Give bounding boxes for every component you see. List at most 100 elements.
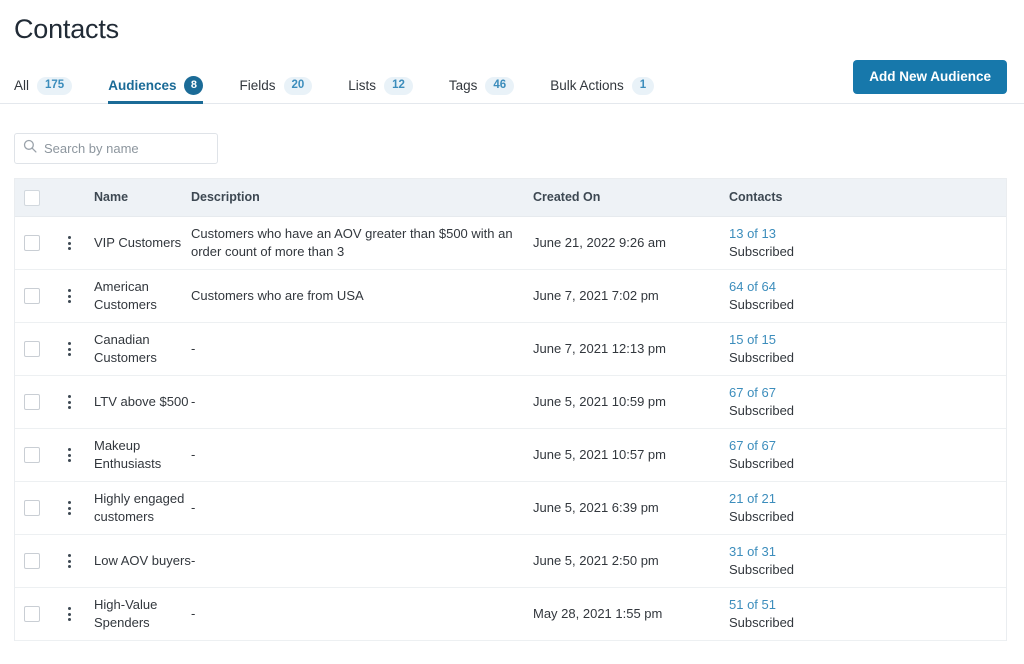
cell-contacts: 51 of 51 Subscribed xyxy=(729,588,924,640)
contacts-count-link[interactable]: 67 of 67 xyxy=(729,437,794,455)
cell-name: Makeup Enthusiasts xyxy=(94,429,191,481)
tab-badge: 46 xyxy=(485,76,515,95)
row-checkbox[interactable] xyxy=(24,447,40,463)
tab-audiences[interactable]: Audiences 8 xyxy=(108,64,204,104)
row-select-cell xyxy=(15,323,61,375)
row-checkbox[interactable] xyxy=(24,500,40,516)
contacts-count-link[interactable]: 15 of 15 xyxy=(729,331,794,349)
row-checkbox[interactable] xyxy=(24,288,40,304)
more-options-icon[interactable] xyxy=(61,552,77,570)
cell-description: - xyxy=(191,323,533,375)
row-select-cell xyxy=(15,588,61,640)
row-checkbox[interactable] xyxy=(24,553,40,569)
cell-description: - xyxy=(191,535,533,587)
row-actions-cell xyxy=(61,588,94,640)
tab-badge: 1 xyxy=(631,76,655,95)
cell-description: - xyxy=(191,376,533,428)
row-actions-cell xyxy=(61,323,94,375)
row-checkbox[interactable] xyxy=(24,341,40,357)
table-row[interactable]: High-Value Spenders - May 28, 2021 1:55 pm… xyxy=(15,588,1006,641)
table-body: VIP Customers Customers who have an AOV g… xyxy=(15,217,1006,641)
contacts-count-link[interactable]: 13 of 13 xyxy=(729,225,794,243)
created-on-value: June 5, 2021 10:57 pm xyxy=(533,447,666,462)
audience-description: - xyxy=(191,394,196,409)
audience-name: Makeup Enthusiasts xyxy=(94,438,162,471)
row-select-cell xyxy=(15,429,61,481)
tab-tags[interactable]: Tags 46 xyxy=(448,64,515,103)
contacts-page: Contacts All 175 Audiences 8 Fields 20 Lists 12… xyxy=(0,0,1024,664)
search-input[interactable] xyxy=(44,141,209,156)
cell-created-on: June 5, 2021 2:50 pm xyxy=(533,535,729,587)
tab-fields[interactable]: Fields 20 xyxy=(239,64,313,103)
contacts-summary: 67 of 67 Subscribed xyxy=(729,437,794,473)
contacts-count-link[interactable]: 31 of 31 xyxy=(729,543,794,561)
contacts-count-link[interactable]: 21 of 21 xyxy=(729,490,794,508)
table-row[interactable]: American Customers Customers who are from… xyxy=(15,270,1006,323)
tab-lists[interactable]: Lists 12 xyxy=(348,64,413,103)
search-box[interactable] xyxy=(14,133,218,164)
audience-name: LTV above $500 xyxy=(94,394,189,409)
cell-name: VIP Customers xyxy=(94,217,191,269)
contacts-count-link[interactable]: 67 of 67 xyxy=(729,384,794,402)
cell-contacts: 67 of 67 Subscribed xyxy=(729,429,924,481)
table-row[interactable]: Canadian Customers - June 7, 2021 12:13 pm… xyxy=(15,323,1006,376)
contacts-status-label: Subscribed xyxy=(729,297,795,312)
cell-contacts: 67 of 67 Subscribed xyxy=(729,376,924,428)
row-checkbox[interactable] xyxy=(24,394,40,410)
row-actions-cell xyxy=(61,482,94,534)
more-options-icon[interactable] xyxy=(61,499,77,517)
tab-bulk-actions[interactable]: Bulk Actions 1 xyxy=(550,64,655,103)
cell-name: Low AOV buyers xyxy=(94,535,191,587)
cell-name: LTV above $500 xyxy=(94,376,191,428)
audiences-table: Name Description Created On Contacts VIP… xyxy=(14,178,1007,641)
contacts-status-label: Subscribed xyxy=(729,350,795,365)
tab-badge: 20 xyxy=(283,76,313,95)
more-options-icon[interactable] xyxy=(61,234,77,252)
contacts-summary: 21 of 21 Subscribed xyxy=(729,490,794,526)
column-header-contacts: Contacts xyxy=(729,190,783,204)
row-select-cell xyxy=(15,270,61,322)
row-actions-cell xyxy=(61,535,94,587)
more-options-icon[interactable] xyxy=(61,287,77,305)
more-options-icon[interactable] xyxy=(61,446,77,464)
created-on-value: June 7, 2021 7:02 pm xyxy=(533,288,659,303)
cell-contacts: 13 of 13 Subscribed xyxy=(729,217,924,269)
add-new-audience-button[interactable]: Add New Audience xyxy=(853,60,1007,94)
tab-label: Fields xyxy=(239,77,276,93)
audience-description: - xyxy=(191,606,196,621)
cell-description: - xyxy=(191,482,533,534)
contacts-summary: 31 of 31 Subscribed xyxy=(729,543,794,579)
table-row[interactable]: LTV above $500- June 5, 2021 10:59 pm 67 o… xyxy=(15,376,1006,429)
audience-name: American Customers xyxy=(94,279,157,312)
select-all-checkbox[interactable] xyxy=(24,189,40,206)
row-select-cell xyxy=(15,482,61,534)
row-select-cell xyxy=(15,376,61,428)
more-options-icon[interactable] xyxy=(61,605,77,623)
cell-name: High-Value Spenders xyxy=(94,588,191,640)
contacts-summary: 51 of 51 Subscribed xyxy=(729,596,794,632)
select-all-cell xyxy=(15,182,61,214)
created-on-value: June 5, 2021 6:39 pm xyxy=(533,500,659,515)
contacts-status-label: Subscribed xyxy=(729,403,795,418)
contacts-count-link[interactable]: 64 of 64 xyxy=(729,278,794,296)
row-checkbox[interactable] xyxy=(24,235,40,251)
table-row[interactable]: Highly engaged customers - June 5, 2021 6:… xyxy=(15,482,1006,535)
row-actions-cell xyxy=(61,270,94,322)
tab-label: Tags xyxy=(448,77,478,93)
cell-created-on: June 7, 2021 12:13 pm xyxy=(533,323,729,375)
row-checkbox[interactable] xyxy=(24,606,40,622)
table-row[interactable]: Low AOV buyers - June 5, 2021 2:50 pm 31 of… xyxy=(15,535,1006,588)
cell-name: Canadian Customers xyxy=(94,323,191,375)
row-actions-cell xyxy=(61,429,94,481)
tab-all[interactable]: All 175 xyxy=(14,64,73,103)
cell-created-on: June 7, 2021 7:02 pm xyxy=(533,270,729,322)
table-row[interactable]: VIP Customers Customers who have an AOV g… xyxy=(15,217,1006,270)
table-row[interactable]: Makeup Enthusiasts - June 5, 2021 10:57 pm… xyxy=(15,429,1006,482)
created-on-value: June 5, 2021 2:50 pm xyxy=(533,553,659,568)
created-on-value: June 21, 2022 9:26 am xyxy=(533,235,666,250)
more-options-icon[interactable] xyxy=(61,393,77,411)
audience-name: High-Value Spenders xyxy=(94,597,158,630)
more-options-icon[interactable] xyxy=(61,340,77,358)
tab-badge: 8 xyxy=(184,76,204,95)
contacts-count-link[interactable]: 51 of 51 xyxy=(729,596,794,614)
